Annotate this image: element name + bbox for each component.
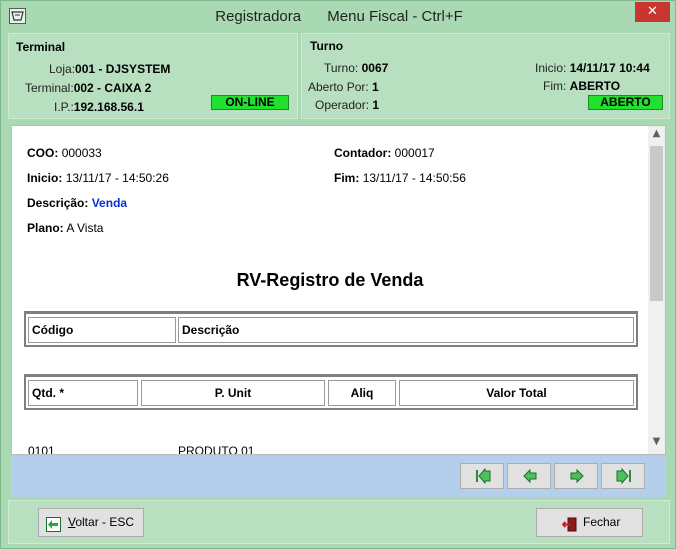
fechar-button-label: Fechar	[583, 515, 621, 529]
app-window: Registradora Menu Fiscal - Ctrl+F ✕ Term…	[0, 0, 676, 549]
contador-label: Contador:	[334, 146, 392, 160]
column-header-descricao: Descrição	[178, 317, 634, 343]
coo-label: COO:	[27, 146, 59, 160]
column-header-qtd: Qtd. *	[28, 380, 138, 406]
fim-label: Fim:	[334, 171, 360, 185]
loja-label: Loja:	[49, 62, 76, 76]
turno-panel: Turno Turno: 0067 Aberto Por: 1 Operador…	[301, 33, 670, 119]
last-page-button[interactable]	[601, 463, 645, 489]
terminal-value: 002 - CAIXA 2	[73, 81, 152, 95]
descricao-label: Descrição:	[27, 196, 89, 210]
window-title-menu: Menu Fiscal - Ctrl+F	[327, 8, 463, 25]
vertical-scrollbar[interactable]: ▲ ▼	[648, 126, 665, 454]
ip-value: 192.168.56.1	[73, 100, 144, 114]
descricao-field: Descrição: Venda	[27, 196, 127, 210]
turno-fim-value: ABERTO	[569, 79, 621, 93]
items-header-table: Código Descrição	[24, 311, 638, 347]
window-title-app: Registradora	[215, 8, 302, 25]
column-header-p-unit: P. Unit	[141, 380, 325, 406]
inicio-label: Inicio:	[27, 171, 63, 185]
plano-label: Plano:	[27, 221, 64, 235]
operador-label: Operador:	[315, 98, 370, 112]
inicio-value: 13/11/17 - 14:50:26	[65, 171, 169, 185]
ip-label: I.P.:	[54, 100, 74, 114]
contador-field: Contador: 000017	[334, 146, 435, 160]
turno-inicio-value: 14/11/17 10:44	[569, 61, 650, 75]
terminal-panel: Terminal Loja:001 - DJSYSTEM Terminal:00…	[8, 33, 298, 119]
turno-row: Turno: 0067	[324, 61, 388, 75]
terminal-label: Terminal:	[25, 81, 74, 95]
turno-inicio-row: Inicio: 14/11/17 10:44	[535, 61, 650, 75]
back-arrow-icon	[46, 515, 61, 542]
first-page-icon	[476, 468, 491, 484]
turno-fim-row: Fim: ABERTO	[543, 79, 620, 93]
scroll-down-arrow-icon[interactable]: ▼	[648, 436, 665, 452]
inicio-field: Inicio: 13/11/17 - 14:50:26	[27, 171, 169, 185]
aberto-por-row: Aberto Por: 1	[308, 80, 379, 94]
item-row-codigo: 0101	[28, 444, 55, 455]
report-heading: RV-Registro de Venda	[236, 270, 424, 290]
plano-value: A Vista	[66, 221, 104, 235]
item-row-descricao: PRODUTO 01	[178, 444, 255, 455]
descricao-value: Venda	[91, 196, 128, 210]
previous-page-button[interactable]	[507, 463, 551, 489]
close-button[interactable]: ✕	[635, 2, 670, 22]
aberto-por-value: 1	[372, 80, 379, 94]
plano-field: Plano: A Vista	[27, 221, 103, 235]
turno-status-badge: ABERTO	[588, 95, 663, 110]
turno-label: Turno:	[324, 61, 359, 75]
ip-row: I.P.:192.168.56.1	[54, 100, 144, 114]
column-header-valor-total: Valor Total	[399, 380, 634, 406]
operador-row: Operador: 1	[315, 98, 379, 112]
next-page-icon	[570, 468, 584, 484]
operador-value: 1	[372, 98, 380, 112]
turno-fim-label: Fim:	[543, 79, 567, 93]
first-page-button[interactable]	[460, 463, 504, 489]
terminal-panel-title: Terminal	[16, 40, 66, 54]
coo-field: COO: 000033	[27, 146, 102, 160]
fim-value: 13/11/17 - 14:50:56	[362, 171, 466, 185]
column-header-codigo: Código	[28, 317, 176, 343]
scroll-thumb[interactable]	[650, 146, 663, 301]
loja-value: 001 - DJSYSTEM	[75, 62, 171, 76]
exit-door-icon	[561, 515, 577, 542]
bottom-button-bar: Voltar - ESC Fechar	[8, 500, 670, 544]
last-page-icon	[616, 468, 631, 484]
turno-panel-title: Turno	[310, 39, 344, 53]
turno-value: 0067	[361, 61, 389, 75]
next-page-button[interactable]	[554, 463, 598, 489]
online-status-badge: ON-LINE	[211, 95, 289, 110]
header-area: Terminal Loja:001 - DJSYSTEM Terminal:00…	[8, 33, 670, 119]
page-navigation-bar	[11, 456, 666, 497]
close-icon: ✕	[647, 4, 658, 19]
loja-row: Loja:001 - DJSYSTEM	[49, 62, 170, 76]
column-header-aliq: Aliq	[328, 380, 396, 406]
scroll-up-arrow-icon[interactable]: ▲	[648, 128, 665, 144]
voltar-button-label: Voltar - ESC	[68, 515, 135, 529]
contador-value: 000017	[394, 146, 435, 160]
turno-inicio-label: Inicio:	[535, 61, 567, 75]
values-header-table: Qtd. * P. Unit Aliq Valor Total	[24, 374, 638, 410]
window-title: Registradora Menu Fiscal - Ctrl+F	[1, 8, 676, 25]
fechar-button[interactable]: Fechar	[536, 508, 643, 537]
prev-page-icon	[523, 468, 537, 484]
coo-value: 000033	[61, 146, 102, 160]
report-viewer[interactable]: COO: 000033 Contador: 000017 Inicio: 13/…	[11, 125, 666, 455]
aberto-por-label: Aberto Por:	[308, 80, 369, 94]
fim-field: Fim: 13/11/17 - 14:50:56	[334, 171, 466, 185]
title-bar: Registradora Menu Fiscal - Ctrl+F ✕	[1, 1, 675, 32]
terminal-row: Terminal:002 - CAIXA 2	[25, 81, 151, 95]
voltar-button[interactable]: Voltar - ESC	[38, 508, 144, 537]
